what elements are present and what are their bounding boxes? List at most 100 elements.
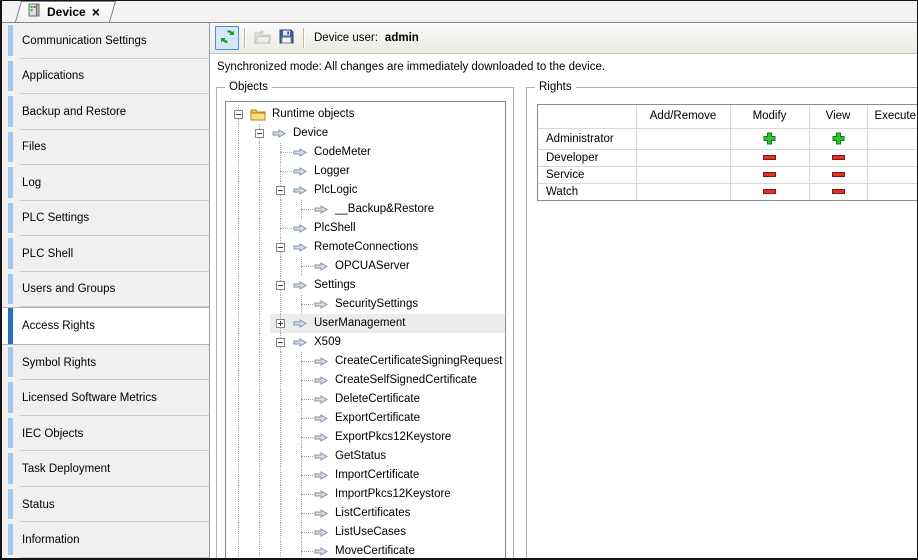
tree-item-label: MoveCertificate (333, 542, 417, 558)
tree-item-label: ImportPkcs12Keystore (333, 485, 453, 504)
tab-device[interactable]: Device × (18, 1, 113, 22)
tree-item-x509[interactable]: X509 (228, 333, 505, 352)
device-editor-sidebar: Communication SettingsApplicationsBackup… (2, 23, 210, 558)
rights-cell[interactable] (730, 128, 809, 149)
refresh-button[interactable] (215, 26, 239, 50)
rights-cell[interactable] (636, 149, 730, 166)
tree-item-createselfsignedcertificate[interactable]: CreateSelfSignedCertificate (228, 371, 505, 390)
panels: Objects Runtime objectsDeviceCodeMeterLo… (210, 78, 917, 558)
rights-cell[interactable] (730, 166, 809, 183)
sidebar-item-files[interactable]: Files (2, 130, 209, 166)
tree-indent-guide (249, 219, 270, 238)
collapse-icon[interactable] (276, 338, 285, 347)
tree-item-remoteconnections[interactable]: RemoteConnections (228, 238, 505, 257)
tree-indent-guide (249, 466, 270, 485)
sidebar-item-access-rights[interactable]: Access Rights (2, 307, 209, 345)
tree-indent-guide (249, 409, 270, 428)
tree-item-listusecases[interactable]: ListUseCases (228, 523, 505, 542)
arrow-icon (312, 376, 330, 385)
tree-item-row: OPCUAServer (291, 257, 505, 276)
tree-item-securitysettings[interactable]: SecuritySettings (228, 295, 505, 314)
tree-item-plcshell[interactable]: PlcShell (228, 219, 505, 238)
sidebar-item-applications[interactable]: Applications (2, 59, 209, 95)
tree-connector-cell (291, 390, 312, 409)
tree-item-deletecertificate[interactable]: DeleteCertificate (228, 390, 505, 409)
collapse-icon[interactable] (255, 129, 264, 138)
rights-cell[interactable] (867, 166, 917, 183)
sidebar-item-label: Licensed Software Metrics (22, 392, 157, 404)
rights-cell[interactable] (867, 149, 917, 166)
sidebar-item-plc-shell[interactable]: PLC Shell (2, 236, 209, 272)
tree-item-getstatus[interactable]: GetStatus (228, 447, 505, 466)
tree-item-importcertificate[interactable]: ImportCertificate (228, 466, 505, 485)
tree-indent-guide (270, 257, 291, 276)
collapse-icon[interactable] (276, 243, 285, 252)
tree-item-createcertificatesigningrequest[interactable]: CreateCertificateSigningRequest (228, 352, 505, 371)
close-icon[interactable]: × (92, 6, 100, 18)
rights-cell[interactable] (809, 183, 867, 200)
sidebar-item-communication-settings[interactable]: Communication Settings (2, 23, 209, 59)
rights-cell[interactable] (867, 128, 917, 149)
rights-cell[interactable] (809, 149, 867, 166)
collapse-icon[interactable] (234, 110, 243, 119)
rights-cell[interactable] (730, 149, 809, 166)
sidebar-item-backup-and-restore[interactable]: Backup and Restore (2, 94, 209, 130)
tree-indent-guide (228, 124, 249, 143)
sidebar-accent-stripe (8, 418, 13, 449)
tree-item-exportpkcs12keystore[interactable]: ExportPkcs12Keystore (228, 428, 505, 447)
tree-item-backup-restore[interactable]: __Backup&Restore (228, 200, 505, 219)
save-button[interactable] (274, 26, 298, 50)
tree-item-importpkcs12keystore[interactable]: ImportPkcs12Keystore (228, 485, 505, 504)
rights-cell[interactable] (636, 166, 730, 183)
tree-item-opcuaserver[interactable]: OPCUAServer (228, 257, 505, 276)
tree-item-usermanagement[interactable]: UserManagement (228, 314, 505, 333)
tree-indent-guide (249, 276, 270, 295)
collapse-icon[interactable] (276, 281, 285, 290)
deny-minus-icon (832, 186, 845, 198)
rights-table: Add/RemoveModifyViewExecute Administrato… (538, 105, 917, 200)
collapse-icon[interactable] (276, 186, 285, 195)
tree-item-runtime-objects[interactable]: Runtime objects (228, 105, 505, 124)
sidebar-item-plc-settings[interactable]: PLC Settings (2, 201, 209, 237)
toolbar-separator (303, 28, 304, 48)
tree-item-exportcertificate[interactable]: ExportCertificate (228, 409, 505, 428)
rights-column-header: Add/Remove (636, 105, 730, 128)
tree-item-logger[interactable]: Logger (228, 162, 505, 181)
tree-item-label: ExportPkcs12Keystore (333, 428, 453, 447)
tree-item-settings[interactable]: Settings (228, 276, 505, 295)
tree-connector-cell (291, 295, 312, 314)
tree-indent-guide (270, 352, 291, 371)
arrow-icon (312, 490, 330, 499)
tree-connector-cell (291, 352, 312, 371)
sidebar-item-log[interactable]: Log (2, 165, 209, 201)
sidebar-item-iec-objects[interactable]: IEC Objects (2, 416, 209, 452)
sidebar-item-users-and-groups[interactable]: Users and Groups (2, 272, 209, 308)
rights-cell[interactable] (636, 183, 730, 200)
tree-item-plclogic[interactable]: PlcLogic (228, 181, 505, 200)
objects-tree: Runtime objectsDeviceCodeMeterLoggerPlcL… (225, 101, 506, 558)
rights-cell[interactable] (636, 128, 730, 149)
sidebar-item-symbol-rights[interactable]: Symbol Rights (2, 345, 209, 381)
rights-cell[interactable] (867, 183, 917, 200)
sidebar-item-licensed-software-metrics[interactable]: Licensed Software Metrics (2, 380, 209, 416)
rights-cell[interactable] (730, 183, 809, 200)
tree-item-label: Device (291, 124, 330, 143)
sidebar-item-information[interactable]: Information (2, 522, 209, 558)
rights-cell[interactable] (809, 166, 867, 183)
tree-indent-guide (270, 447, 291, 466)
rights-cell[interactable] (809, 128, 867, 149)
tree-indent-guide (270, 200, 291, 219)
tree-item-movecertificate[interactable]: MoveCertificate (228, 542, 505, 558)
expand-icon[interactable] (276, 319, 285, 328)
tree-indent-guide (249, 333, 270, 352)
tree-item-label: CreateCertificateSigningRequest (333, 352, 504, 371)
rights-header-row: Add/RemoveModifyViewExecute (538, 105, 917, 128)
sidebar-item-status[interactable]: Status (2, 487, 209, 523)
tree-indent-guide (270, 428, 291, 447)
sidebar-item-task-deployment[interactable]: Task Deployment (2, 451, 209, 487)
tree-item-listcertificates[interactable]: ListCertificates (228, 504, 505, 523)
tree-indent-guide (228, 409, 249, 428)
tree-item-device[interactable]: Device (228, 124, 505, 143)
grant-plus-icon (763, 133, 776, 145)
tree-item-codemeter[interactable]: CodeMeter (228, 143, 505, 162)
